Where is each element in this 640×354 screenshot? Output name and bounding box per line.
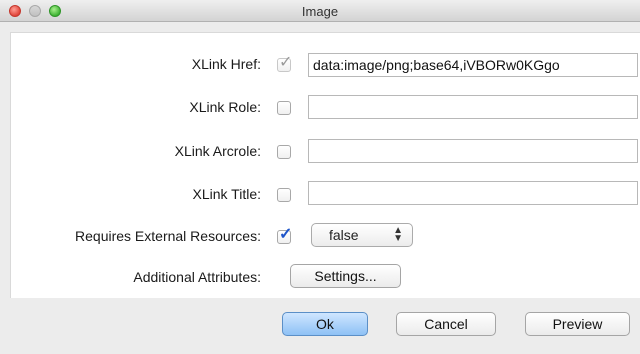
xlink-href-checkbox: ✓ (277, 54, 293, 72)
check-icon: ✓ (279, 54, 293, 71)
ok-button[interactable]: Ok (282, 312, 368, 336)
image-dialog: Image XLink Href: ✓ data:image/png;base6… (0, 0, 640, 354)
preview-button[interactable]: Preview (525, 312, 630, 336)
title-bar: Image (0, 0, 640, 22)
xlink-title-field[interactable] (308, 181, 638, 205)
xlink-role-label: XLink Role: (189, 99, 261, 115)
requires-external-resources-checkbox[interactable]: ✓ (277, 226, 293, 244)
xlink-title-checkbox[interactable] (277, 188, 291, 202)
xlink-role-checkbox[interactable] (277, 101, 291, 115)
xlink-href-label: XLink Href: (191, 56, 261, 72)
xlink-arcrole-label: XLink Arcrole: (174, 143, 261, 159)
cancel-button[interactable]: Cancel (396, 312, 496, 336)
check-icon: ✓ (279, 226, 293, 243)
xlink-role-field[interactable] (308, 95, 638, 119)
requires-external-resources-label: Requires External Resources: (75, 228, 261, 244)
xlink-href-field[interactable]: data:image/png;base64,iVBORw0KGgo (308, 53, 638, 77)
xlink-title-label: XLink Title: (192, 186, 261, 202)
external-resources-select[interactable]: false ▲ ▼ (311, 223, 413, 247)
settings-button[interactable]: Settings... (290, 264, 401, 288)
additional-attributes-label: Additional Attributes: (133, 269, 261, 285)
external-resources-select-value: false (329, 227, 359, 243)
xlink-arcrole-field[interactable] (308, 139, 638, 163)
window-title: Image (301, 4, 339, 19)
xlink-arcrole-checkbox[interactable] (277, 145, 291, 159)
up-down-arrows-icon: ▲ ▼ (393, 225, 403, 244)
